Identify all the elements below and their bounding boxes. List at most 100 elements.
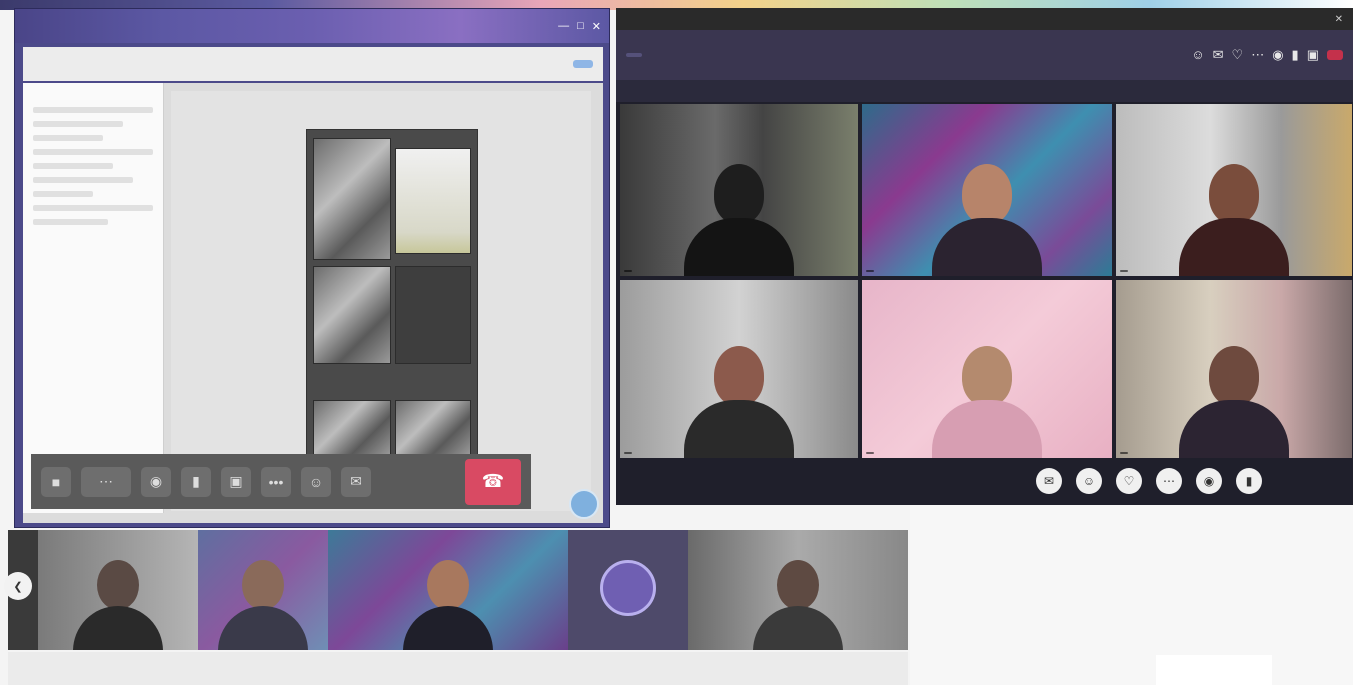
app-icon[interactable]: ⋯ <box>81 466 131 497</box>
more-icon[interactable]: ••• <box>261 466 291 497</box>
participant-tile[interactable] <box>620 104 858 276</box>
nav-item[interactable] <box>33 177 133 183</box>
chevron-left-icon[interactable]: ❮ <box>4 572 32 600</box>
editor-ribbon <box>23 47 603 81</box>
participant-thumbnail[interactable] <box>688 530 908 650</box>
participant-name <box>866 452 874 454</box>
participant-head <box>1209 164 1259 224</box>
participant-body <box>932 400 1042 458</box>
people-icon[interactable]: ☺ <box>1076 468 1102 494</box>
share-button[interactable] <box>573 60 593 68</box>
participant-head <box>962 346 1012 406</box>
nav-pane-header <box>23 83 163 99</box>
close-icon[interactable]: ✕ <box>592 20 601 33</box>
meeting-banner <box>616 80 1353 102</box>
camera-icon[interactable]: ◉ <box>141 466 171 497</box>
mic-icon[interactable]: ▮ <box>181 466 211 497</box>
participant-body <box>73 606 163 650</box>
participant-body <box>684 218 794 276</box>
image-viewer[interactable] <box>306 129 478 461</box>
participant-name <box>866 270 874 272</box>
nav-item[interactable] <box>33 191 93 197</box>
nav-item[interactable] <box>33 121 123 127</box>
navigation-pane <box>23 83 164 513</box>
app-icon[interactable]: ■ <box>41 466 71 497</box>
maximize-icon[interactable]: □ <box>577 20 584 33</box>
nav-item[interactable] <box>33 135 103 141</box>
chat-icon[interactable]: ✉ <box>1213 47 1224 63</box>
meeting-header-icons: ☺ ✉ ♡ ⋯ ◉ ▮ ▣ <box>1191 47 1319 63</box>
end-call-button[interactable]: ☎ <box>465 458 521 505</box>
participant-head <box>714 164 764 224</box>
participant-video <box>684 156 794 276</box>
participant-name <box>1120 452 1128 454</box>
viewer-image[interactable] <box>395 266 471 364</box>
participant-thumbnail[interactable] <box>38 530 198 650</box>
bottom-bar <box>8 652 908 685</box>
nav-item[interactable] <box>33 149 153 155</box>
meeting-header: ☺ ✉ ♡ ⋯ ◉ ▮ ▣ <box>616 30 1353 80</box>
viewer-image[interactable] <box>313 138 391 260</box>
window-controls: — □ ✕ <box>558 20 601 33</box>
camera-icon[interactable]: ◉ <box>1272 47 1283 63</box>
react-icon[interactable]: ♡ <box>1116 468 1142 494</box>
nav-item[interactable] <box>33 163 113 169</box>
participant-video <box>932 156 1042 276</box>
participant-head <box>242 560 284 610</box>
participant-video <box>932 338 1042 458</box>
share-screen-icon[interactable]: ▣ <box>221 466 251 497</box>
editor-window: — □ ✕ ■ ⋯ ◉ ▮ ▣ ••• ☺ ✉ ☎ <box>14 8 610 528</box>
more-icon[interactable]: ⋯ <box>1156 468 1182 494</box>
participant-head <box>777 560 819 610</box>
participant-body <box>1179 400 1289 458</box>
participant-tile[interactable] <box>1116 104 1352 276</box>
participant-name <box>624 270 632 272</box>
participant-body <box>753 606 843 650</box>
empty-box <box>1156 655 1272 685</box>
meeting-titlebar: ✕ <box>616 8 1353 30</box>
participant-thumbnail[interactable] <box>328 530 568 650</box>
meeting-controls: ✉ ☺ ♡ ⋯ ◉ ▮ <box>1036 468 1262 494</box>
participant-head <box>97 560 139 610</box>
participant-head <box>714 346 764 406</box>
people-icon[interactable]: ☺ <box>301 466 331 497</box>
participant-video <box>403 550 493 650</box>
participant-video <box>218 550 308 650</box>
people-icon[interactable]: ☺ <box>1191 47 1204 63</box>
viewer-image[interactable] <box>313 400 391 456</box>
mic-icon[interactable]: ▮ <box>1292 47 1299 63</box>
mic-icon[interactable]: ▮ <box>1236 468 1262 494</box>
participant-tile[interactable] <box>1116 280 1352 458</box>
more-icon[interactable]: ⋯ <box>1251 47 1264 63</box>
participant-tile[interactable] <box>620 280 858 458</box>
document-page[interactable] <box>171 91 591 511</box>
minimize-icon[interactable]: — <box>558 20 569 33</box>
nav-item[interactable] <box>33 205 153 211</box>
participant-head <box>962 164 1012 224</box>
participant-grid <box>620 104 1352 460</box>
participant-video <box>1179 338 1289 458</box>
viewer-image[interactable] <box>313 266 391 364</box>
close-icon[interactable]: ✕ <box>1335 14 1343 25</box>
nav-item[interactable] <box>33 107 153 113</box>
chat-icon[interactable]: ✉ <box>341 466 371 497</box>
camera-icon[interactable]: ◉ <box>1196 468 1222 494</box>
participant-thumbnail[interactable] <box>198 530 328 650</box>
taskbar: ■ ⋯ ◉ ▮ ▣ ••• ☺ ✉ ☎ <box>31 454 531 509</box>
participant-thumbnail[interactable] <box>568 530 688 650</box>
editor-titlebar: — □ ✕ <box>15 9 609 43</box>
share-screen-icon[interactable]: ▣ <box>1307 47 1319 63</box>
nav-item[interactable] <box>33 219 108 225</box>
participant-tile[interactable] <box>862 280 1112 458</box>
viewer-image[interactable] <box>395 400 471 456</box>
participant-name <box>624 452 632 454</box>
participant-name <box>1120 270 1128 272</box>
participant-tile[interactable] <box>862 104 1112 276</box>
chat-icon[interactable]: ✉ <box>1036 468 1062 494</box>
viewer-image[interactable] <box>395 148 471 254</box>
avatar <box>600 560 656 616</box>
react-icon[interactable]: ♡ <box>1232 47 1244 63</box>
participant-body <box>218 606 308 650</box>
meeting-timer <box>626 53 642 57</box>
leave-button[interactable] <box>1327 50 1343 60</box>
